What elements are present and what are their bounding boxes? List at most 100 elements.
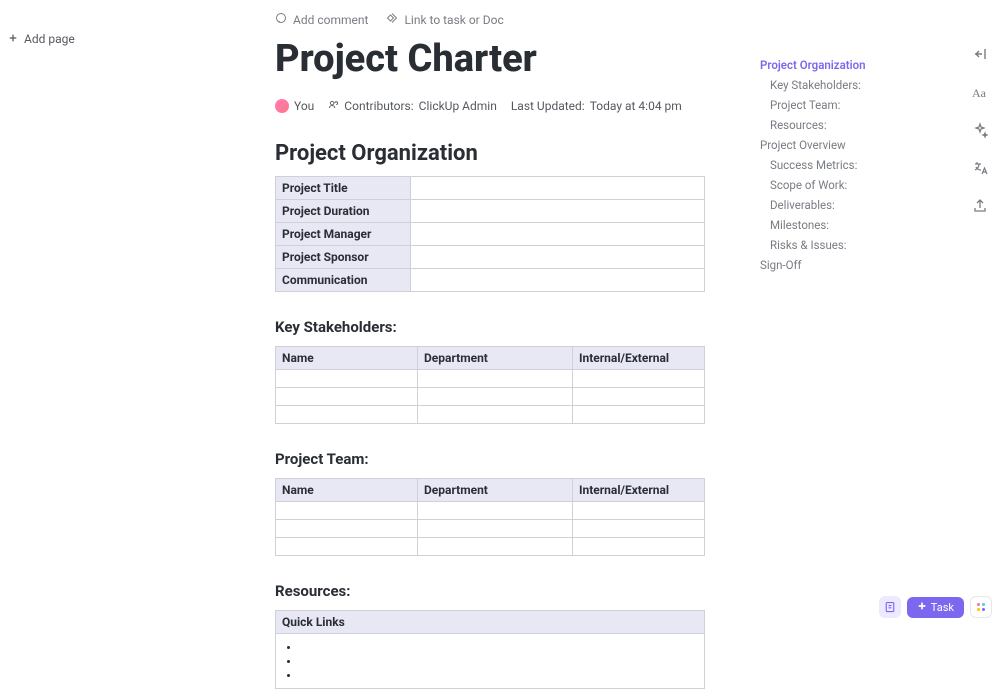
table-cell[interactable] <box>276 634 705 689</box>
collapse-icon[interactable] <box>970 44 990 64</box>
section-org-heading[interactable]: Project Organization <box>275 141 705 166</box>
table-cell[interactable] <box>276 370 418 388</box>
outline-item[interactable]: Milestones: <box>760 215 960 235</box>
document-body: Add comment Link to task or Doc Project … <box>275 12 705 689</box>
contributors-value: ClickUp Admin <box>419 99 497 113</box>
org-label[interactable]: Project Duration <box>276 200 411 223</box>
table-row <box>276 520 705 538</box>
org-table[interactable]: Project Title Project Duration Project M… <box>275 176 705 292</box>
org-label[interactable]: Project Title <box>276 177 411 200</box>
table-row <box>276 502 705 520</box>
outline-item[interactable]: Project Overview <box>760 135 960 155</box>
table-cell[interactable] <box>573 406 705 424</box>
task-label: Task <box>931 601 954 614</box>
typography-icon[interactable]: Aa <box>970 82 990 102</box>
link-to-button[interactable]: Link to task or Doc <box>386 12 503 27</box>
col-header[interactable]: Name <box>276 479 418 502</box>
col-header[interactable]: Department <box>418 479 573 502</box>
table-cell[interactable] <box>573 388 705 406</box>
outline-item[interactable]: Risks & Issues: <box>760 235 960 255</box>
outline-item[interactable]: Resources: <box>760 115 960 135</box>
page-title[interactable]: Project Charter <box>275 37 705 81</box>
task-button[interactable]: Task <box>907 597 964 618</box>
updated-label: Last Updated: <box>511 99 585 113</box>
outline-item[interactable]: Key Stakeholders: <box>760 75 960 95</box>
updated-value: Today at 4:04 pm <box>590 99 682 113</box>
comment-icon <box>275 12 287 27</box>
table-row <box>276 388 705 406</box>
col-header[interactable]: Internal/External <box>573 479 705 502</box>
link-icon <box>386 12 398 27</box>
translate-icon[interactable] <box>970 158 990 178</box>
list-item[interactable] <box>300 640 694 654</box>
contributors-chip[interactable]: Contributors: ClickUp Admin <box>328 99 497 113</box>
table-cell[interactable] <box>418 370 573 388</box>
people-icon <box>328 99 339 113</box>
col-header[interactable]: Quick Links <box>276 611 705 634</box>
share-icon[interactable] <box>970 196 990 216</box>
col-header[interactable]: Internal/External <box>573 347 705 370</box>
org-label[interactable]: Project Sponsor <box>276 246 411 269</box>
table-cell[interactable] <box>276 502 418 520</box>
add-page-button[interactable]: Add page <box>8 32 75 46</box>
col-header[interactable]: Name <box>276 347 418 370</box>
section-resources-heading[interactable]: Resources: <box>275 582 705 600</box>
table-cell[interactable] <box>411 223 705 246</box>
table-cell[interactable] <box>411 177 705 200</box>
outline-item[interactable]: Success Metrics: <box>760 155 960 175</box>
sparkle-icon[interactable] <box>970 120 990 140</box>
outline-item[interactable]: Deliverables: <box>760 195 960 215</box>
quick-links-list[interactable] <box>300 640 694 682</box>
table-cell[interactable] <box>418 538 573 556</box>
org-label[interactable]: Project Manager <box>276 223 411 246</box>
table-cell[interactable] <box>573 502 705 520</box>
table-cell[interactable] <box>573 520 705 538</box>
table-cell[interactable] <box>418 406 573 424</box>
table-row <box>276 538 705 556</box>
meta-row: You Contributors: ClickUp Admin Last Upd… <box>275 99 705 113</box>
right-tools: Aa <box>970 44 990 216</box>
team-table[interactable]: Name Department Internal/External <box>275 478 705 556</box>
table-cell[interactable] <box>276 520 418 538</box>
outline-item[interactable]: Project Team: <box>760 95 960 115</box>
svg-text:Aa: Aa <box>972 86 987 100</box>
table-row: Communication <box>276 269 705 292</box>
last-updated: Last Updated: Today at 4:04 pm <box>511 99 682 113</box>
table-header-row: Name Department Internal/External <box>276 479 705 502</box>
avatar <box>275 99 289 113</box>
outline-item[interactable]: Project Organization <box>760 55 960 75</box>
note-button[interactable] <box>879 596 901 618</box>
outline-item[interactable]: Sign-Off <box>760 255 960 275</box>
org-label[interactable]: Communication <box>276 269 411 292</box>
apps-button[interactable] <box>970 596 992 618</box>
add-comment-label: Add comment <box>293 13 368 27</box>
col-header[interactable]: Department <box>418 347 573 370</box>
outline-item[interactable]: Scope of Work: <box>760 175 960 195</box>
table-cell[interactable] <box>276 406 418 424</box>
table-header-row: Quick Links <box>276 611 705 634</box>
contributors-label: Contributors: <box>344 99 413 113</box>
outline-panel: Project OrganizationKey Stakeholders:Pro… <box>760 55 960 275</box>
list-item[interactable] <box>300 654 694 668</box>
section-stakeholders-heading[interactable]: Key Stakeholders: <box>275 318 705 336</box>
table-cell[interactable] <box>411 269 705 292</box>
table-cell[interactable] <box>418 388 573 406</box>
table-row: Project Sponsor <box>276 246 705 269</box>
table-cell[interactable] <box>411 200 705 223</box>
section-team-heading[interactable]: Project Team: <box>275 450 705 468</box>
table-cell[interactable] <box>411 246 705 269</box>
stakeholders-table[interactable]: Name Department Internal/External <box>275 346 705 424</box>
add-comment-button[interactable]: Add comment <box>275 12 368 27</box>
table-cell[interactable] <box>573 538 705 556</box>
author-chip[interactable]: You <box>275 99 314 113</box>
list-item[interactable] <box>300 668 694 682</box>
table-cell[interactable] <box>276 538 418 556</box>
add-page-label: Add page <box>24 32 75 46</box>
table-row: Project Duration <box>276 200 705 223</box>
resources-table[interactable]: Quick Links <box>275 610 705 689</box>
table-cell[interactable] <box>573 370 705 388</box>
table-row <box>276 370 705 388</box>
table-cell[interactable] <box>276 388 418 406</box>
table-cell[interactable] <box>418 502 573 520</box>
table-cell[interactable] <box>418 520 573 538</box>
